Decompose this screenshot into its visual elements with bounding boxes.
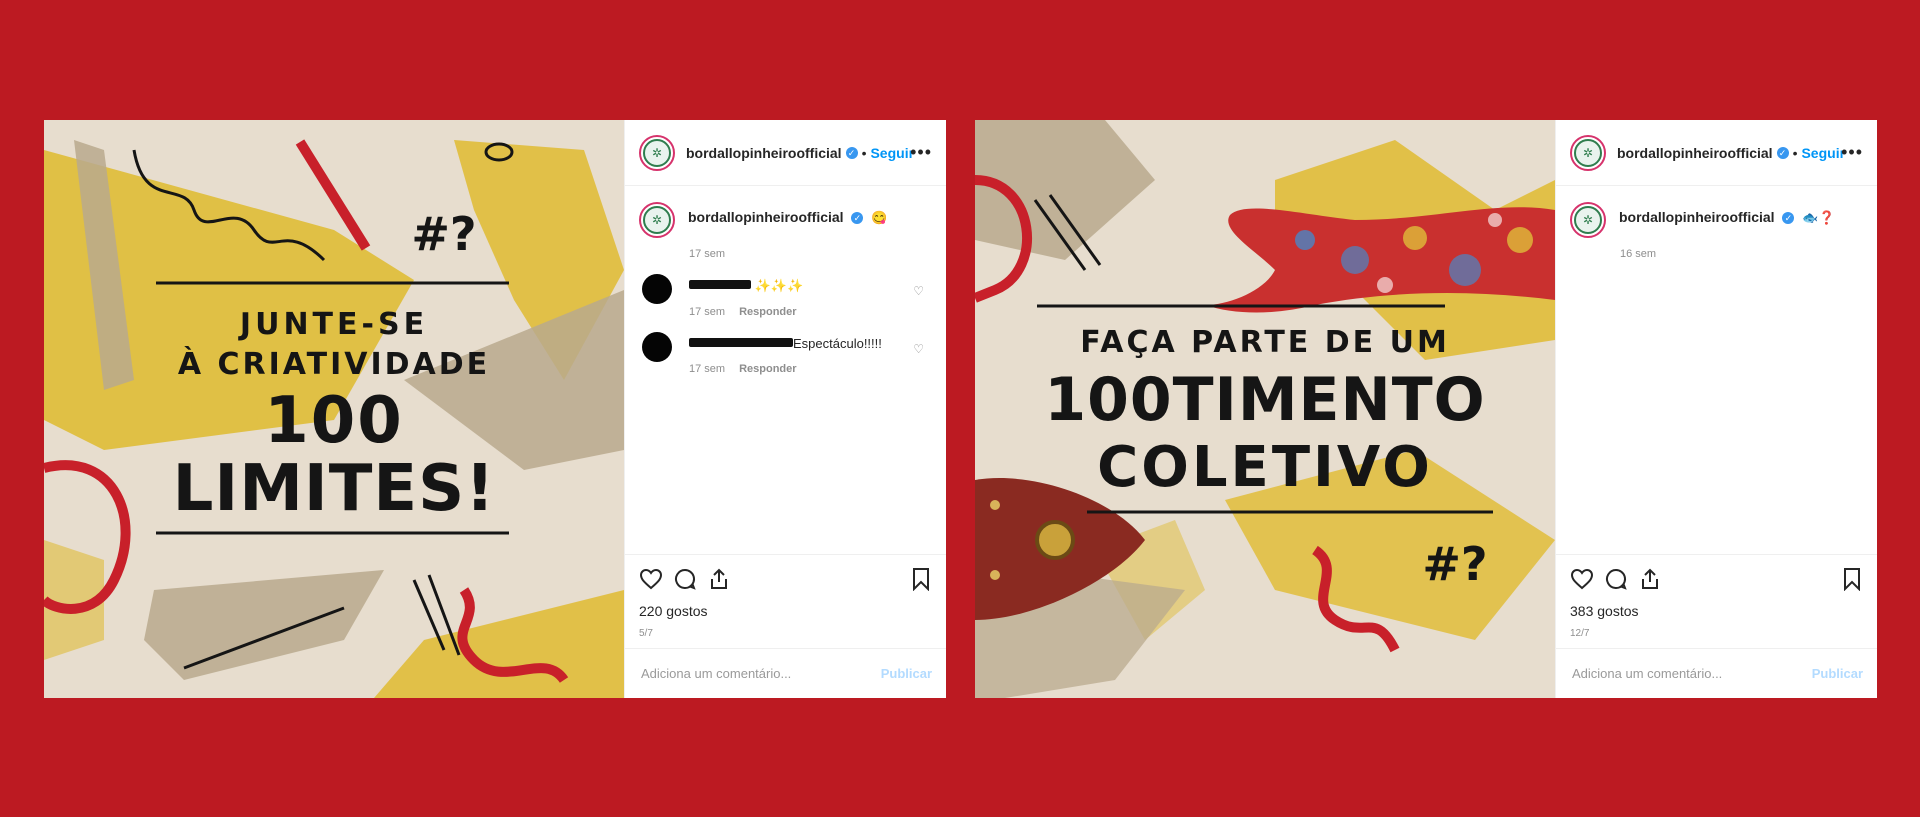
- publish-button[interactable]: Publicar: [881, 666, 932, 681]
- verified-badge-icon: ✓: [1776, 146, 1789, 159]
- heart-icon[interactable]: [639, 567, 663, 591]
- caption-time: 17 sem: [689, 248, 726, 260]
- verified-badge-icon: ✓: [1782, 212, 1795, 224]
- comment-item: ✨✨✨ 17 sem Responder ♡: [639, 274, 932, 318]
- headline-line-3: 100: [264, 384, 404, 458]
- verified-badge-icon: ✓: [845, 146, 858, 159]
- comment-text: ✨✨✨: [754, 278, 804, 293]
- add-comment-bar: Publicar: [1556, 648, 1877, 698]
- comments-list: ✲ bordallopinheiroofficial ✓ 😋 17 sem ✨✨…: [625, 186, 946, 375]
- reply-button[interactable]: Responder: [739, 306, 796, 318]
- post-actions: 383 gostos 12/7: [1556, 554, 1877, 639]
- instagram-post-2: FAÇA PARTE DE UM 100TIMENTO COLETIVO #? …: [975, 120, 1877, 698]
- comment-item: Espectáculo!!!!! 17 sem Responder ♡: [639, 332, 932, 375]
- headline-line-2: À CRIATIVIDADE: [178, 346, 490, 382]
- follow-button[interactable]: Seguir: [1801, 145, 1845, 161]
- comment-text-row: ✨✨✨: [689, 278, 803, 294]
- heart-icon[interactable]: [1570, 567, 1594, 591]
- headline-line-1: FAÇA PARTE DE UM: [1080, 325, 1450, 360]
- post-sidebar-1: ✲ bordallopinheiroofficial ✓ • Seguir ••…: [624, 120, 946, 698]
- post-header: ✲ bordallopinheiroofficial ✓ • Seguir ••…: [625, 120, 946, 186]
- redacted-username: [689, 280, 751, 289]
- commenter-avatar[interactable]: [642, 332, 672, 362]
- hashtag-question-mark: #?: [411, 207, 476, 261]
- comment-icon[interactable]: [673, 567, 697, 591]
- share-icon[interactable]: [707, 567, 731, 591]
- username-link[interactable]: bordallopinheiroofficial: [1617, 145, 1773, 161]
- reply-button[interactable]: Responder: [739, 363, 796, 375]
- headline-line-1: JUNTE-SE: [238, 307, 428, 342]
- post-header: ✲ bordallopinheiroofficial ✓ • Seguir ••…: [1556, 120, 1877, 186]
- post-date: 12/7: [1570, 628, 1590, 639]
- brand-logo-icon: ✲: [643, 206, 671, 234]
- avatar[interactable]: ✲: [639, 202, 675, 238]
- post-date: 5/7: [639, 628, 653, 639]
- add-comment-bar: Publicar: [625, 648, 946, 698]
- comment-text-row: Espectáculo!!!!!: [689, 336, 882, 351]
- caption-emoji: 🐟❓: [1802, 210, 1835, 225]
- bookmark-icon[interactable]: [910, 567, 932, 591]
- more-options-icon[interactable]: •••: [910, 142, 932, 163]
- comments-list: ✲ bordallopinheiroofficial ✓ 🐟❓ 16 sem: [1556, 186, 1877, 260]
- separator-dot: •: [861, 144, 867, 161]
- likes-count[interactable]: 220 gostos: [639, 603, 932, 619]
- avatar[interactable]: ✲: [1570, 134, 1606, 171]
- follow-button[interactable]: Seguir: [870, 145, 914, 161]
- brand-logo-icon: ✲: [1574, 138, 1602, 167]
- caption: ✲ bordallopinheiroofficial ✓ 😋: [639, 202, 932, 238]
- comment-meta: 17 sem Responder: [689, 363, 882, 375]
- comment-like-icon[interactable]: ♡: [913, 284, 924, 298]
- post-image-1[interactable]: #? JUNTE-SE À CRIATIVIDADE 100 LIMITES!: [44, 120, 624, 698]
- comment-input[interactable]: [639, 665, 881, 682]
- comment-time: 17 sem: [689, 363, 726, 375]
- commenter-avatar[interactable]: [642, 274, 672, 304]
- avatar[interactable]: ✲: [639, 134, 675, 171]
- hashtag-question-mark: #?: [1422, 537, 1487, 591]
- comment-text: Espectáculo!!!!!: [793, 336, 882, 351]
- comment-like-icon[interactable]: ♡: [913, 342, 924, 356]
- artwork-2: FAÇA PARTE DE UM 100TIMENTO COLETIVO #?: [975, 120, 1555, 698]
- headline-line-2: 100TIMENTO: [1044, 365, 1485, 435]
- more-options-icon[interactable]: •••: [1841, 142, 1863, 163]
- comment-body: ✨✨✨ 17 sem Responder: [689, 274, 803, 318]
- bookmark-icon[interactable]: [1841, 567, 1863, 591]
- comment-meta: 17 sem Responder: [689, 306, 803, 318]
- publish-button[interactable]: Publicar: [1812, 666, 1863, 681]
- post-image-2[interactable]: FAÇA PARTE DE UM 100TIMENTO COLETIVO #?: [975, 120, 1555, 698]
- username-link[interactable]: bordallopinheiroofficial: [686, 145, 842, 161]
- redacted-username: [689, 338, 793, 347]
- caption-username[interactable]: bordallopinheiroofficial: [688, 209, 844, 225]
- post-actions: 220 gostos 5/7: [625, 554, 946, 639]
- comment-body: Espectáculo!!!!! 17 sem Responder: [689, 332, 882, 375]
- headline-line-4: LIMITES!: [173, 452, 496, 526]
- caption: ✲ bordallopinheiroofficial ✓ 🐟❓: [1570, 202, 1863, 238]
- caption-text: bordallopinheiroofficial ✓ 🐟❓: [1619, 202, 1835, 226]
- caption-emoji: 😋: [871, 210, 888, 225]
- verified-badge-icon: ✓: [851, 212, 864, 224]
- share-icon[interactable]: [1638, 567, 1662, 591]
- action-icons: [639, 565, 932, 593]
- caption-text: bordallopinheiroofficial ✓ 😋: [688, 202, 888, 226]
- comment-time: 17 sem: [689, 306, 726, 318]
- comment-icon[interactable]: [1604, 567, 1628, 591]
- instagram-post-1: #? JUNTE-SE À CRIATIVIDADE 100 LIMITES! …: [44, 120, 946, 698]
- brand-logo-icon: ✲: [1574, 206, 1602, 234]
- avatar[interactable]: ✲: [1570, 202, 1606, 238]
- likes-count[interactable]: 383 gostos: [1570, 603, 1863, 619]
- headline-line-3: COLETIVO: [1097, 435, 1433, 500]
- caption-username[interactable]: bordallopinheiroofficial: [1619, 209, 1775, 225]
- artwork-1: #? JUNTE-SE À CRIATIVIDADE 100 LIMITES!: [44, 120, 624, 698]
- post-sidebar-2: ✲ bordallopinheiroofficial ✓ • Seguir ••…: [1555, 120, 1877, 698]
- caption-time: 16 sem: [1620, 248, 1657, 260]
- comment-input[interactable]: [1570, 665, 1812, 682]
- separator-dot: •: [1792, 144, 1798, 161]
- action-icons: [1570, 565, 1863, 593]
- brand-logo-icon: ✲: [643, 138, 671, 167]
